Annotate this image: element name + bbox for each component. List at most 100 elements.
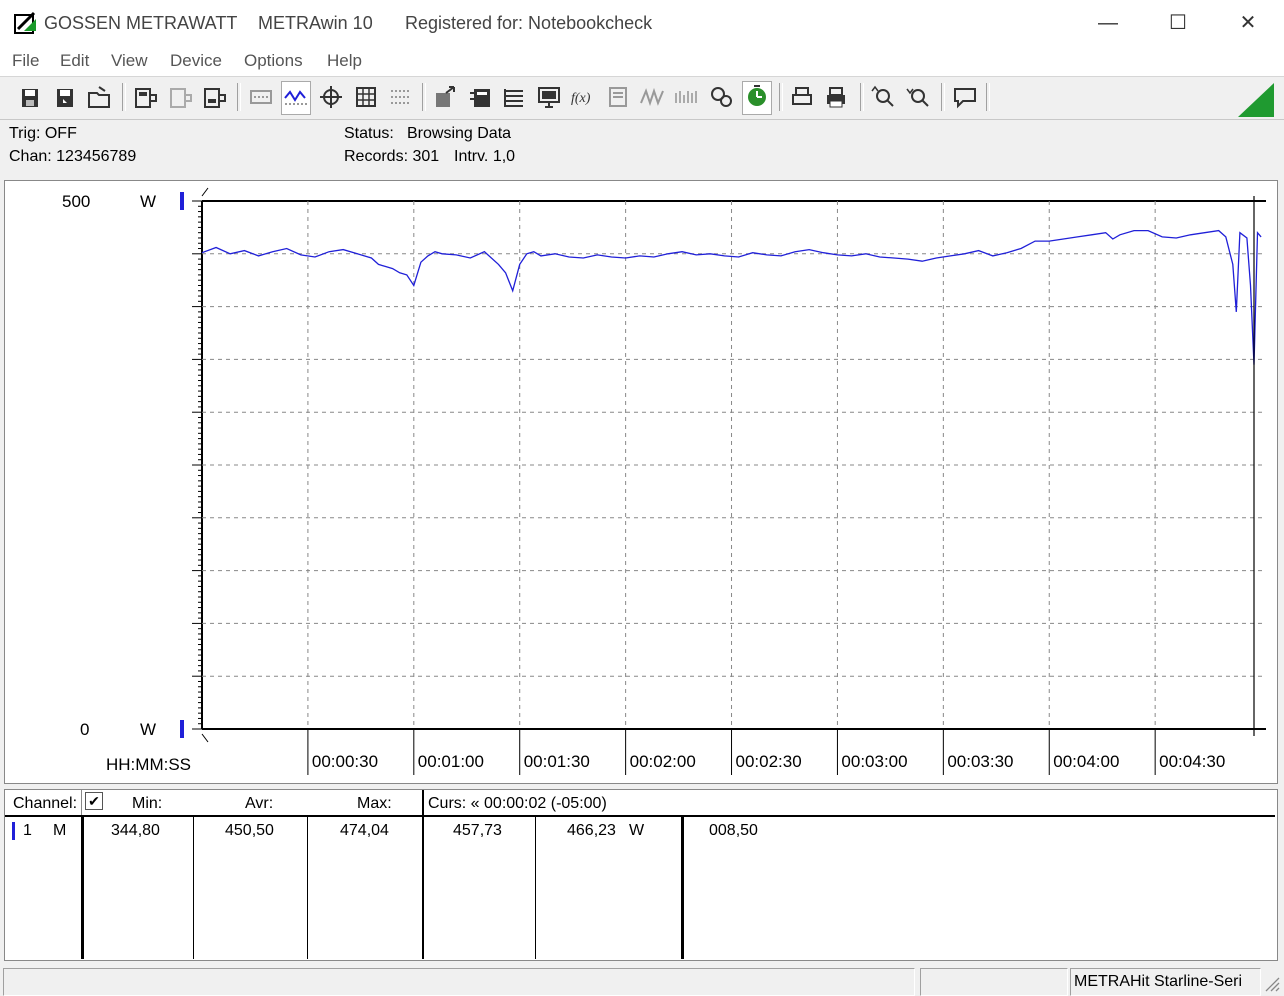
svg-text:f(x): f(x) xyxy=(571,91,591,106)
status-bar: METRAHit Starline-Seri xyxy=(0,964,1284,996)
menu-edit[interactable]: Edit xyxy=(60,51,89,71)
channel-color-marker xyxy=(12,822,15,840)
numeric-view-icon[interactable] xyxy=(247,83,275,113)
header-min: Min: xyxy=(132,795,163,812)
save-as-icon[interactable] xyxy=(51,83,79,113)
header-avr: Avr: xyxy=(245,795,274,812)
x-tick-label: 00:00:30 xyxy=(311,752,379,771)
import-icon[interactable] xyxy=(466,83,494,113)
column-divider xyxy=(422,790,424,959)
toolbar-separator xyxy=(860,83,864,111)
header-divider xyxy=(5,815,1275,817)
table-icon[interactable] xyxy=(352,83,380,113)
channel-table: Channel: ✔ Min: Avr: Max: Curs: « 00:00:… xyxy=(4,789,1278,961)
trigger-status: Trig: OFF xyxy=(9,125,77,142)
row-unit: W xyxy=(629,822,645,839)
column-divider xyxy=(307,817,308,959)
x-tick-label: 00:04:00 xyxy=(1053,752,1120,771)
row-avr-value: 450,50 xyxy=(225,822,274,839)
search-icon[interactable] xyxy=(707,83,735,113)
header-channel: Channel: xyxy=(13,795,78,812)
row-cursor2-value: 466,23 xyxy=(567,822,616,839)
toolbar-separator xyxy=(941,83,945,111)
menu-options[interactable]: Options xyxy=(244,51,303,71)
menu-file[interactable]: File xyxy=(12,51,39,71)
app-logo-icon xyxy=(14,11,36,34)
save-icon[interactable] xyxy=(16,83,44,113)
print-preview-icon[interactable] xyxy=(788,83,816,113)
column-divider xyxy=(193,817,194,959)
waveform-disabled-icon[interactable] xyxy=(673,83,701,113)
row-channel-number[interactable]: 1 xyxy=(23,822,32,840)
x-tick-label: 00:01:30 xyxy=(523,752,590,771)
maximize-button[interactable]: ☐ xyxy=(1158,8,1198,38)
channel-checkbox[interactable]: ✔ xyxy=(85,792,103,810)
y-max-label: 500 xyxy=(62,192,91,211)
device-send-icon[interactable] xyxy=(200,83,228,113)
column-divider xyxy=(81,790,82,815)
x-tick-label: 00:01:00 xyxy=(417,752,484,771)
y-min-unit: W xyxy=(140,720,157,739)
status-panel-middle xyxy=(920,968,1068,996)
toolbar-separator xyxy=(122,83,126,111)
channel-list: Chan: 123456789 xyxy=(9,148,137,165)
records-count: Records: 301 xyxy=(344,148,440,165)
line-chart-icon[interactable] xyxy=(281,81,311,115)
timer-icon[interactable] xyxy=(742,81,772,115)
status-label: Status: xyxy=(344,125,394,142)
y-min-label: 0 xyxy=(80,720,90,739)
menu-bar: File Edit View Device Options Help xyxy=(0,46,1284,77)
device-disabled-icon[interactable] xyxy=(166,83,194,113)
memory-icon[interactable] xyxy=(604,83,632,113)
comment-icon[interactable] xyxy=(951,83,979,113)
monitor-icon[interactable] xyxy=(535,83,563,113)
column-divider xyxy=(681,817,684,959)
menu-device[interactable]: Device xyxy=(170,51,222,71)
function-icon[interactable]: f(x) xyxy=(569,83,597,113)
zoom-in-icon[interactable] xyxy=(869,83,897,113)
header-max: Max: xyxy=(357,795,392,812)
dotted-grid-icon[interactable] xyxy=(386,83,414,113)
close-button[interactable]: ✕ xyxy=(1228,8,1268,38)
toolbar: f(x) xyxy=(0,77,1284,120)
column-divider xyxy=(81,817,84,959)
brand-triangle-icon xyxy=(1238,83,1274,117)
resize-grip-icon[interactable] xyxy=(1262,974,1280,992)
settings-list-icon[interactable] xyxy=(500,83,528,113)
x-tick-label: 00:04:30 xyxy=(1159,752,1226,771)
toolbar-separator xyxy=(779,83,783,111)
interval-value: Intrv. 1,0 xyxy=(454,148,516,165)
status-value: Browsing Data xyxy=(407,125,512,142)
x-axis-label: HH:MM:SS xyxy=(106,755,191,774)
menu-help[interactable]: Help xyxy=(327,51,362,71)
minimize-button[interactable]: — xyxy=(1088,8,1128,38)
open-folder-icon[interactable] xyxy=(85,83,113,113)
x-tick-label: 00:02:00 xyxy=(629,752,696,771)
device-read-icon[interactable] xyxy=(131,83,159,113)
chart-panel[interactable] xyxy=(4,180,1278,784)
brand-title: GOSSEN METRAWATT xyxy=(44,13,238,33)
toolbar-separator xyxy=(986,83,990,111)
row-channel-mode: M xyxy=(53,822,67,839)
status-panel-main xyxy=(3,968,915,996)
y-max-unit: W xyxy=(140,192,157,211)
toolbar-separator xyxy=(237,83,241,111)
export-icon[interactable] xyxy=(432,83,460,113)
waveform-icon[interactable] xyxy=(638,83,666,113)
row-min-value: 344,80 xyxy=(111,822,160,839)
menu-view[interactable]: View xyxy=(111,51,148,71)
title-bar: GOSSEN METRAWATT METRAwin 10 Registered … xyxy=(0,0,1284,46)
row-max-value: 474,04 xyxy=(340,822,389,839)
registered-title: Registered for: Notebookcheck xyxy=(405,13,653,33)
toolbar-separator xyxy=(422,83,426,111)
x-tick-label: 00:02:30 xyxy=(735,752,802,771)
x-tick-label: 00:03:00 xyxy=(841,752,908,771)
print-icon[interactable] xyxy=(822,83,850,113)
row-diff-value: 008,50 xyxy=(709,822,758,839)
row-cursor1-value: 457,73 xyxy=(453,822,502,839)
zoom-out-icon[interactable] xyxy=(904,83,932,113)
header-cursor: Curs: « 00:00:02 (-05:00) xyxy=(428,795,607,812)
app-title: METRAwin 10 xyxy=(258,13,373,33)
column-divider xyxy=(535,817,536,959)
crosshair-icon[interactable] xyxy=(317,83,345,113)
